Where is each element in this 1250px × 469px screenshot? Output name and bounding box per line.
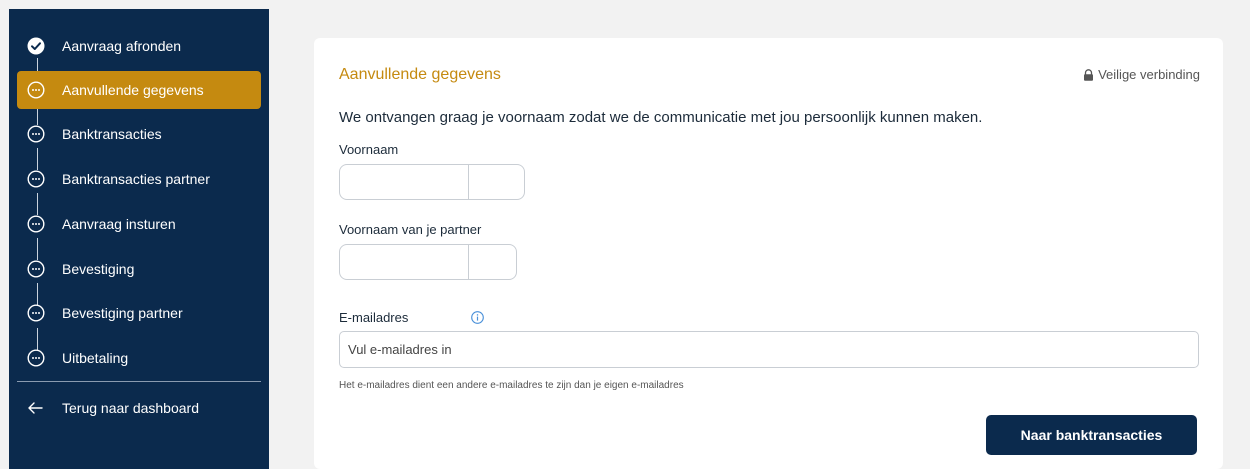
- ellipsis-circle-icon: [27, 125, 45, 143]
- ellipsis-circle-icon: [27, 304, 45, 322]
- step-label: Aanvraag insturen: [62, 216, 176, 232]
- ellipsis-circle-icon: [27, 170, 45, 188]
- ellipsis-circle-icon: [27, 81, 45, 99]
- ellipsis-circle-icon: [27, 215, 45, 233]
- page-title: Aanvullende gegevens: [339, 66, 501, 83]
- lock-icon: [1084, 68, 1094, 81]
- back-label: Terug naar dashboard: [62, 400, 199, 416]
- step-label: Bevestiging: [62, 261, 135, 277]
- ellipsis-circle-icon: [27, 349, 45, 367]
- step-uitbetaling[interactable]: Uitbetaling: [17, 339, 261, 377]
- first-name-field: [339, 164, 525, 200]
- step-bevestiging[interactable]: Bevestiging: [17, 250, 261, 288]
- step-aanvraag-afronden[interactable]: Aanvraag afronden: [17, 27, 261, 65]
- ellipsis-circle-icon: [27, 260, 45, 278]
- step-label: Banktransacties: [62, 126, 162, 142]
- email-hint: Het e-mailadres dient een andere e-maila…: [339, 380, 684, 391]
- step-label: Banktransacties partner: [62, 171, 210, 187]
- step-label: Uitbetaling: [62, 350, 129, 366]
- to-bank-transactions-button[interactable]: Naar banktransacties: [986, 415, 1197, 455]
- first-name-label: Voornaam: [339, 142, 399, 157]
- form-card: Aanvullende gegevens Veilige verbinding …: [314, 38, 1223, 469]
- first-name-input[interactable]: [341, 166, 465, 198]
- partner-name-input[interactable]: [341, 246, 465, 278]
- email-input[interactable]: [339, 331, 1199, 368]
- sidebar-divider: [17, 381, 261, 382]
- sidebar: Aanvraag afronden Aanvullende gegevens B…: [9, 9, 269, 469]
- intro-text: We ontvangen graag je voornaam zodat we …: [339, 109, 983, 126]
- partner-name-field: [339, 244, 517, 280]
- secure-connection-badge: Veilige verbinding: [1083, 67, 1200, 82]
- step-aanvullende-gegevens[interactable]: Aanvullende gegevens: [17, 71, 261, 109]
- back-to-dashboard-link[interactable]: Terug naar dashboard: [17, 397, 261, 419]
- step-label: Bevestiging partner: [62, 305, 183, 321]
- secure-label: Veilige verbinding: [1098, 67, 1200, 82]
- partner-name-label: Voornaam van je partner: [339, 222, 482, 237]
- field-separator: [468, 245, 469, 279]
- arrow-left-icon: [28, 402, 43, 414]
- step-label: Aanvraag afronden: [62, 38, 182, 54]
- step-label: Aanvullende gegevens: [62, 82, 204, 98]
- step-banktransacties-partner[interactable]: Banktransacties partner: [17, 160, 261, 198]
- step-bevestiging-partner[interactable]: Bevestiging partner: [17, 294, 261, 332]
- field-separator: [468, 165, 469, 199]
- info-icon[interactable]: [471, 311, 484, 324]
- email-label: E-mailadres: [339, 310, 409, 325]
- step-banktransacties[interactable]: Banktransacties: [17, 115, 261, 153]
- check-circle-icon: [27, 37, 45, 55]
- step-aanvraag-insturen[interactable]: Aanvraag insturen: [17, 205, 261, 243]
